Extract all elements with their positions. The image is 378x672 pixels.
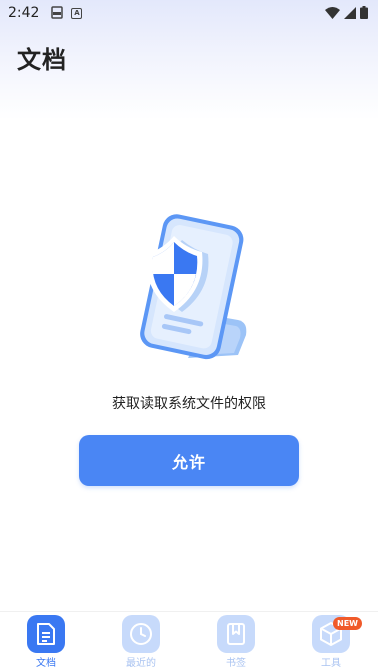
nav-label-tools: 工具	[321, 658, 341, 669]
status-left-icons: A	[51, 4, 83, 23]
clock-icon	[122, 615, 160, 653]
wifi-icon	[325, 4, 340, 23]
pdf-icon	[51, 4, 64, 23]
page-title: 文档	[17, 46, 67, 74]
status-bar: 2:42 A	[0, 0, 378, 26]
bottom-navigation: 文档 最近的 书签 NEW 工具	[0, 611, 378, 672]
new-badge: NEW	[333, 617, 362, 630]
nav-label-recent: 最近的	[126, 658, 156, 669]
signal-icon	[344, 4, 356, 23]
nav-item-tools[interactable]: NEW 工具	[301, 612, 362, 672]
allow-button[interactable]: 允许	[79, 435, 299, 486]
battery-icon	[360, 4, 368, 23]
nav-item-documents[interactable]: 文档	[16, 612, 76, 672]
nav-label-documents: 文档	[36, 658, 56, 669]
document-icon	[27, 615, 65, 653]
bookmark-icon	[217, 615, 255, 653]
phone-shield-illustration	[118, 210, 258, 370]
nav-item-bookmarks[interactable]: 书签	[206, 612, 266, 672]
status-time: 2:42	[8, 5, 40, 21]
status-right-icons	[325, 4, 368, 23]
font-a-icon: A	[71, 7, 83, 19]
nav-label-bookmarks: 书签	[226, 658, 246, 669]
nav-item-recent[interactable]: 最近的	[111, 612, 171, 672]
permission-message: 获取读取系统文件的权限	[112, 396, 266, 412]
